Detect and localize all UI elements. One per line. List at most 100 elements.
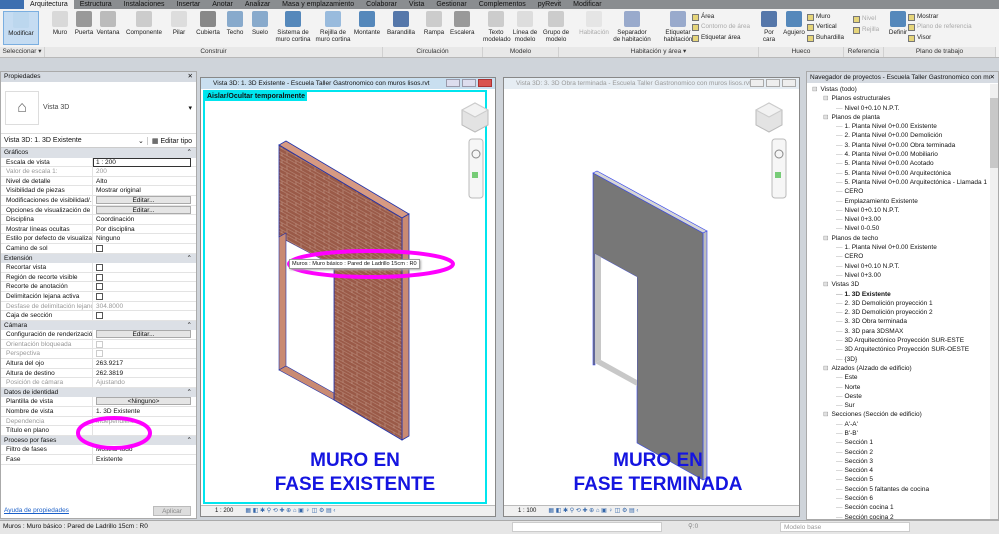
browser-item[interactable]: — CERO [807,187,998,196]
grupo-de-modelo-button[interactable]: Grupo de modelo [542,11,570,43]
tab-modificar[interactable]: Modificar [567,0,607,9]
definir-button[interactable]: Definir [887,11,909,36]
collapse-icon[interactable]: ⊟ [823,114,828,121]
minimize-icon[interactable] [446,79,460,87]
collapse-icon[interactable]: ⊟ [823,281,828,288]
collapse-icon[interactable]: ⌃ [187,321,192,331]
edit-button[interactable]: <Ninguno> [96,397,191,406]
tab-vista[interactable]: Vista [403,0,430,9]
tab-colaborar[interactable]: Colaborar [360,0,403,9]
escalera-button[interactable]: Escalera [450,11,475,36]
edit-type-button[interactable]: ▦ Editar tipo [148,137,196,145]
section-header[interactable]: Extensión ⌃ [1,253,196,264]
close-icon[interactable]: ✕ [990,72,998,83]
view-scale[interactable]: 1 : 100 [518,508,536,514]
edit-button[interactable]: Editar... [96,195,191,204]
browser-item[interactable]: —2. 3D Demolición proyección 1 [807,299,998,308]
property-value[interactable]: Mostrar todo [96,446,133,453]
property-value[interactable]: Ninguno [96,235,120,242]
tab-gestionar[interactable]: Gestionar [430,0,472,9]
browser-item[interactable]: — Este [807,373,998,382]
browser-item[interactable]: —5. Planta Nivel 0+0.00 Acotado [807,159,998,168]
properties-help-link[interactable]: Ayuda de propiedades [4,507,69,514]
texto-modelado-button[interactable]: Texto modelado [483,11,511,43]
área-button[interactable]: Área [692,13,714,21]
browser-item[interactable]: — Sección 3 [807,457,998,466]
browser-item[interactable]: ⊟ Alzados (Alzado de edificio) [807,364,998,373]
browser-item[interactable]: — Nivel 0+3.00 [807,271,998,280]
browser-item[interactable]: ⊟ Planos de techo [807,234,998,243]
view-scale[interactable]: 1 : 200 [215,508,233,514]
rejilla-button[interactable]: Rejilla [853,26,879,34]
montante-button[interactable]: Montante [352,11,382,36]
browser-item[interactable]: — Sección 5 [807,475,998,484]
componente-button[interactable]: Componente [124,11,164,36]
panel-label[interactable]: Habitación y área ▾ [559,47,759,57]
property-value[interactable]: Existente [96,456,123,463]
muro-button[interactable]: Muro [50,11,70,36]
mostrar-button[interactable]: Mostrar [908,13,938,21]
property-value[interactable]: 1. 3D Existente [96,408,140,415]
view-control-icons[interactable]: ▦ ◧ ✱ ⚲ ⟲ ✚ ⊕ ⌂ ▣ ♀ ◫ ⚙ ▤ ‹ [548,508,638,514]
browser-item[interactable]: — B'-B' [807,429,998,438]
tab-anotar[interactable]: Anotar [206,0,239,9]
property-value[interactable]: 263.9217 [96,360,123,367]
ventana-button[interactable]: Ventana [95,11,121,36]
browser-item[interactable]: ⊟ Vistas (todo) [807,85,998,94]
pilar-button[interactable]: Pilar [170,11,188,36]
checkbox[interactable] [96,283,103,291]
cubierta-button[interactable]: Cubierta [195,11,221,36]
muro-button[interactable]: Muro [807,13,830,21]
browser-item[interactable]: — Nivel 0+0.10 N.P.T. [807,262,998,271]
vertical-button[interactable]: Vertical [807,23,837,31]
browser-item[interactable]: —3. 3D Obra terminada [807,317,998,326]
barandilla-button[interactable]: Barandilla [385,11,417,36]
collapse-icon[interactable]: ⌃ [187,436,192,446]
scrollbar[interactable] [990,84,998,519]
rejilla-de-muro-cortina-button[interactable]: Rejilla de muro cortina [315,11,351,43]
window-controls[interactable] [750,79,796,87]
browser-item[interactable]: — {3D} [807,355,998,364]
section-header[interactable]: Proceso por fases ⌃ [1,435,196,446]
checkbox[interactable] [96,292,103,300]
checkbox[interactable] [96,244,103,252]
app-menu-button[interactable] [0,0,24,9]
window-controls[interactable] [446,79,492,87]
línea-de-modelo-button[interactable]: Línea de modelo [512,11,538,43]
browser-item[interactable]: ⊟ Secciones (Sección de edificio) [807,410,998,419]
view-control-bar[interactable]: 1 : 100 ▦ ◧ ✱ ⚲ ⟲ ✚ ⊕ ⌂ ▣ ♀ ◫ ⚙ ▤ ‹ [504,505,799,516]
workset-field[interactable] [512,522,662,532]
minimize-icon[interactable] [750,79,764,87]
browser-item[interactable]: —3. Planta Nivel 0+0.00 Obra terminada [807,141,998,150]
browser-item[interactable]: —3D Arquitectónico Proyección SUR-ESTE [807,336,998,345]
property-value[interactable]: Alto [96,178,107,185]
instance-selector[interactable]: Vista 3D: 1. 3D Existente ⌄ [1,136,148,145]
collapse-icon[interactable]: ⊟ [823,95,828,102]
close-icon[interactable] [782,79,796,87]
browser-item[interactable]: ⊟ Vistas 3D [807,280,998,289]
browser-item[interactable]: — CERO [807,252,998,261]
por-cara-button[interactable]: Por cara [760,11,778,43]
plano-de-referencia-button[interactable]: Plano de referencia [908,23,972,31]
panel-label[interactable]: Seleccionar ▾ [0,47,45,57]
collapse-icon[interactable]: ⊟ [823,235,828,242]
browser-item[interactable]: ⊟ Planos de planta [807,113,998,122]
browser-item[interactable]: — Sección 1 [807,438,998,447]
tab-masa-y-emplazamiento[interactable]: Masa y emplazamiento [276,0,360,9]
value-input[interactable]: 1 : 200 [93,157,191,167]
nivel-button[interactable]: Nivel [853,15,876,23]
browser-item[interactable]: — Oeste [807,392,998,401]
browser-item[interactable]: — Sección 2 [807,448,998,457]
checkbox[interactable] [96,311,103,319]
edit-button[interactable]: Editar... [96,205,191,214]
collapse-icon[interactable]: ⊟ [823,365,828,372]
tab-insertar[interactable]: Insertar [171,0,207,9]
collapse-icon[interactable]: ⊟ [823,411,828,418]
browser-item[interactable]: —1. 3D Existente [807,290,998,299]
collapse-icon[interactable]: ⊟ [812,86,817,93]
filter-icon[interactable]: ⚲:0 [688,521,698,533]
edit-button[interactable]: Editar... [96,330,191,339]
collapse-icon[interactable]: ⌃ [187,388,192,398]
design-option-field[interactable]: Modelo base [780,522,910,532]
browser-item[interactable]: — Sur [807,401,998,410]
